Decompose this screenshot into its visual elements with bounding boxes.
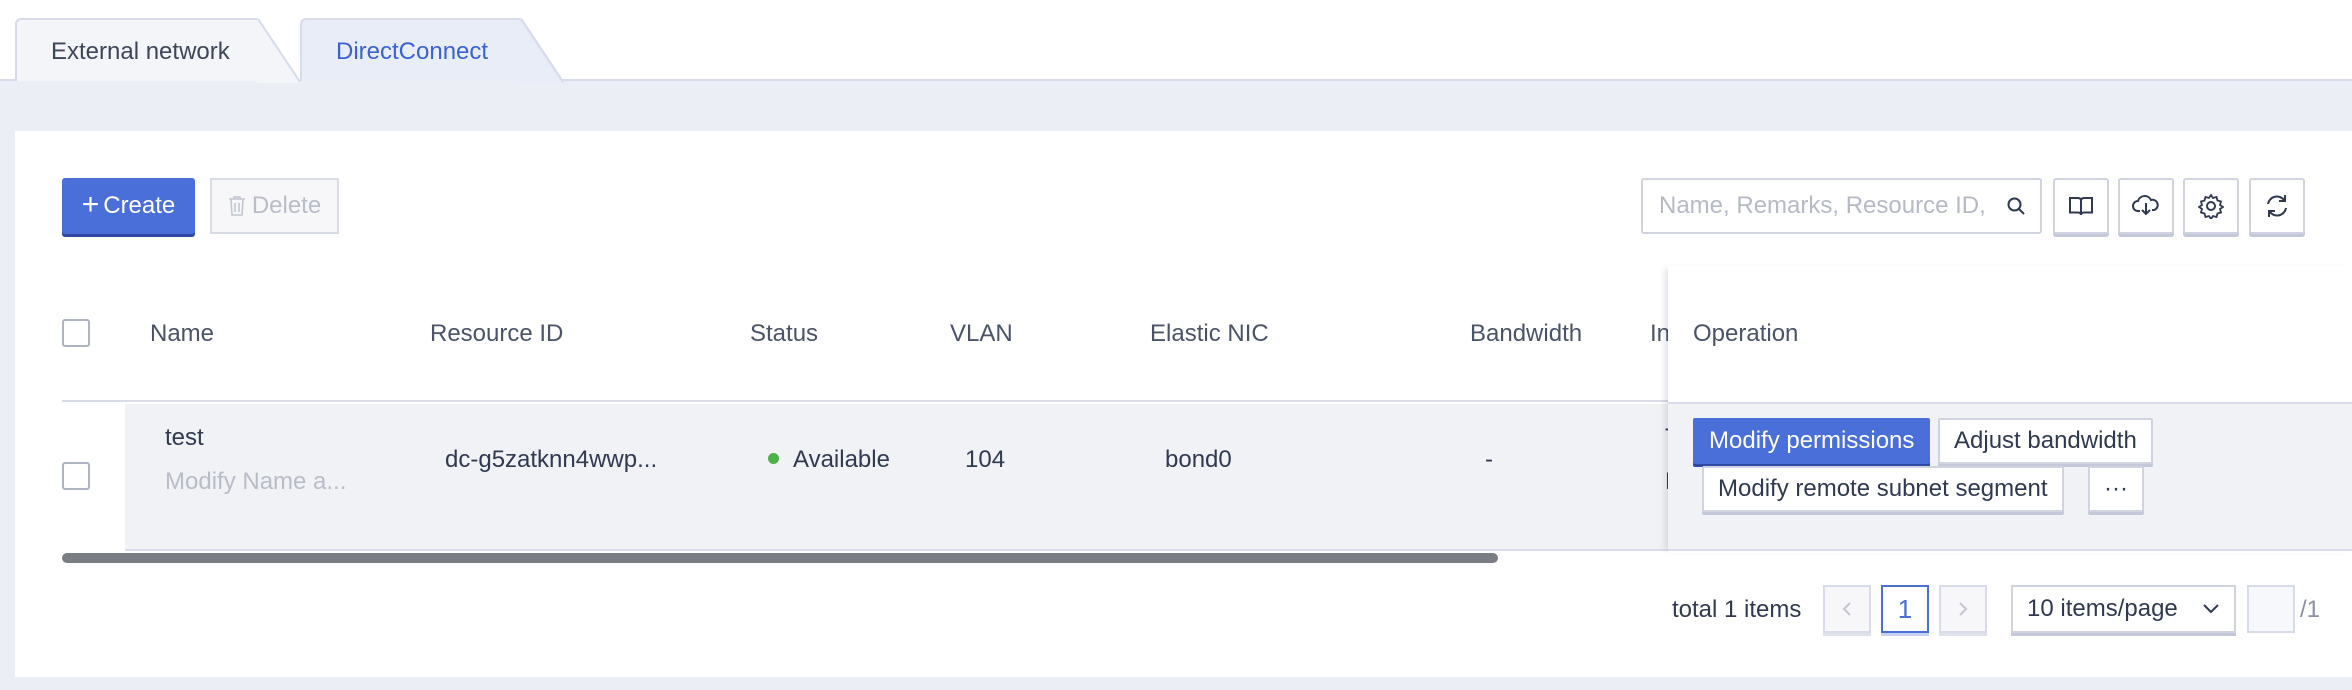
plus-icon: + — [81, 187, 100, 221]
chevron-left-icon — [1842, 602, 1851, 616]
tab-label: DirectConnect — [336, 38, 489, 65]
next-page-button[interactable] — [1939, 585, 1987, 633]
tab-bar: External network DirectConnect — [0, 0, 2352, 83]
cloud-download-icon — [2132, 195, 2159, 216]
prev-page-button[interactable] — [1823, 585, 1871, 633]
column-status[interactable]: Status — [750, 266, 818, 402]
operation-column: Operation Modify permissions Adjust band… — [1668, 266, 2352, 553]
modify-permissions-button[interactable]: Modify permissions — [1693, 418, 1931, 464]
tab-slant — [520, 18, 564, 83]
search-icon[interactable] — [2006, 196, 2026, 216]
column-operation: Operation — [1693, 320, 1799, 347]
column-resource-id[interactable]: Resource ID — [430, 266, 563, 402]
gear-icon — [2198, 193, 2224, 219]
adjust-bandwidth-button[interactable]: Adjust bandwidth — [1938, 418, 2153, 464]
column-vlan[interactable]: VLAN — [950, 266, 1013, 402]
page-size-select[interactable]: 10 items/page — [2011, 585, 2236, 633]
modify-remote-subnet-button[interactable]: Modify remote subnet segment — [1702, 466, 2064, 512]
refresh-button[interactable] — [2249, 178, 2305, 234]
row-checkbox[interactable] — [62, 462, 90, 490]
create-button[interactable]: + Create — [62, 178, 195, 234]
status-text: Available — [793, 446, 890, 473]
more-actions-button[interactable]: ··· — [2088, 466, 2144, 512]
delete-button[interactable]: Delete — [210, 178, 339, 234]
chevron-right-icon — [1959, 602, 1968, 616]
total-pages: /1 — [2300, 596, 2321, 623]
total-items: total 1 items — [1672, 596, 1802, 623]
download-button[interactable] — [2118, 178, 2174, 234]
tab-label: External network — [51, 38, 230, 65]
select-all-checkbox[interactable] — [62, 319, 90, 347]
tab-directconnect[interactable]: DirectConnect — [300, 18, 564, 83]
trash-icon — [228, 196, 245, 216]
tab-slant — [257, 18, 301, 83]
row-resource-id[interactable]: dc-g5zatknn4wwp... — [445, 446, 657, 474]
docs-button[interactable] — [2053, 178, 2109, 234]
row-name[interactable]: test — [165, 424, 204, 452]
column-name[interactable]: Name — [150, 266, 214, 402]
row-name-remark[interactable]: Modify Name a... — [165, 468, 346, 496]
page-number-button[interactable]: 1 — [1881, 585, 1929, 633]
tab-external-network[interactable]: External network — [15, 18, 301, 83]
content-card: + Create Delete Name, Remarks, Resource … — [15, 131, 2352, 677]
page-size-label: 10 items/page — [2027, 595, 2178, 622]
search-box[interactable] — [1641, 178, 2042, 234]
book-icon — [2069, 197, 2093, 216]
column-bandwidth[interactable]: Bandwidth — [1470, 266, 1582, 402]
row-elastic-nic: bond0 — [1165, 446, 1232, 473]
horizontal-scrollbar[interactable] — [62, 553, 1498, 563]
delete-label: Delete — [251, 192, 322, 219]
status-dot-icon — [768, 453, 779, 465]
create-label: Create — [103, 192, 176, 219]
column-in[interactable]: In — [1650, 266, 1670, 402]
row-vlan: 104 — [965, 446, 1006, 473]
chevron-down-icon — [2203, 604, 2219, 614]
page-jump-input[interactable] — [2247, 585, 2295, 633]
row-bandwidth: - — [1485, 446, 1493, 473]
search-input[interactable] — [1659, 192, 2006, 220]
column-elastic-nic[interactable]: Elastic NIC — [1150, 266, 1269, 402]
settings-button[interactable] — [2183, 178, 2239, 234]
row-status: Available — [768, 446, 890, 474]
refresh-icon — [2267, 195, 2287, 217]
